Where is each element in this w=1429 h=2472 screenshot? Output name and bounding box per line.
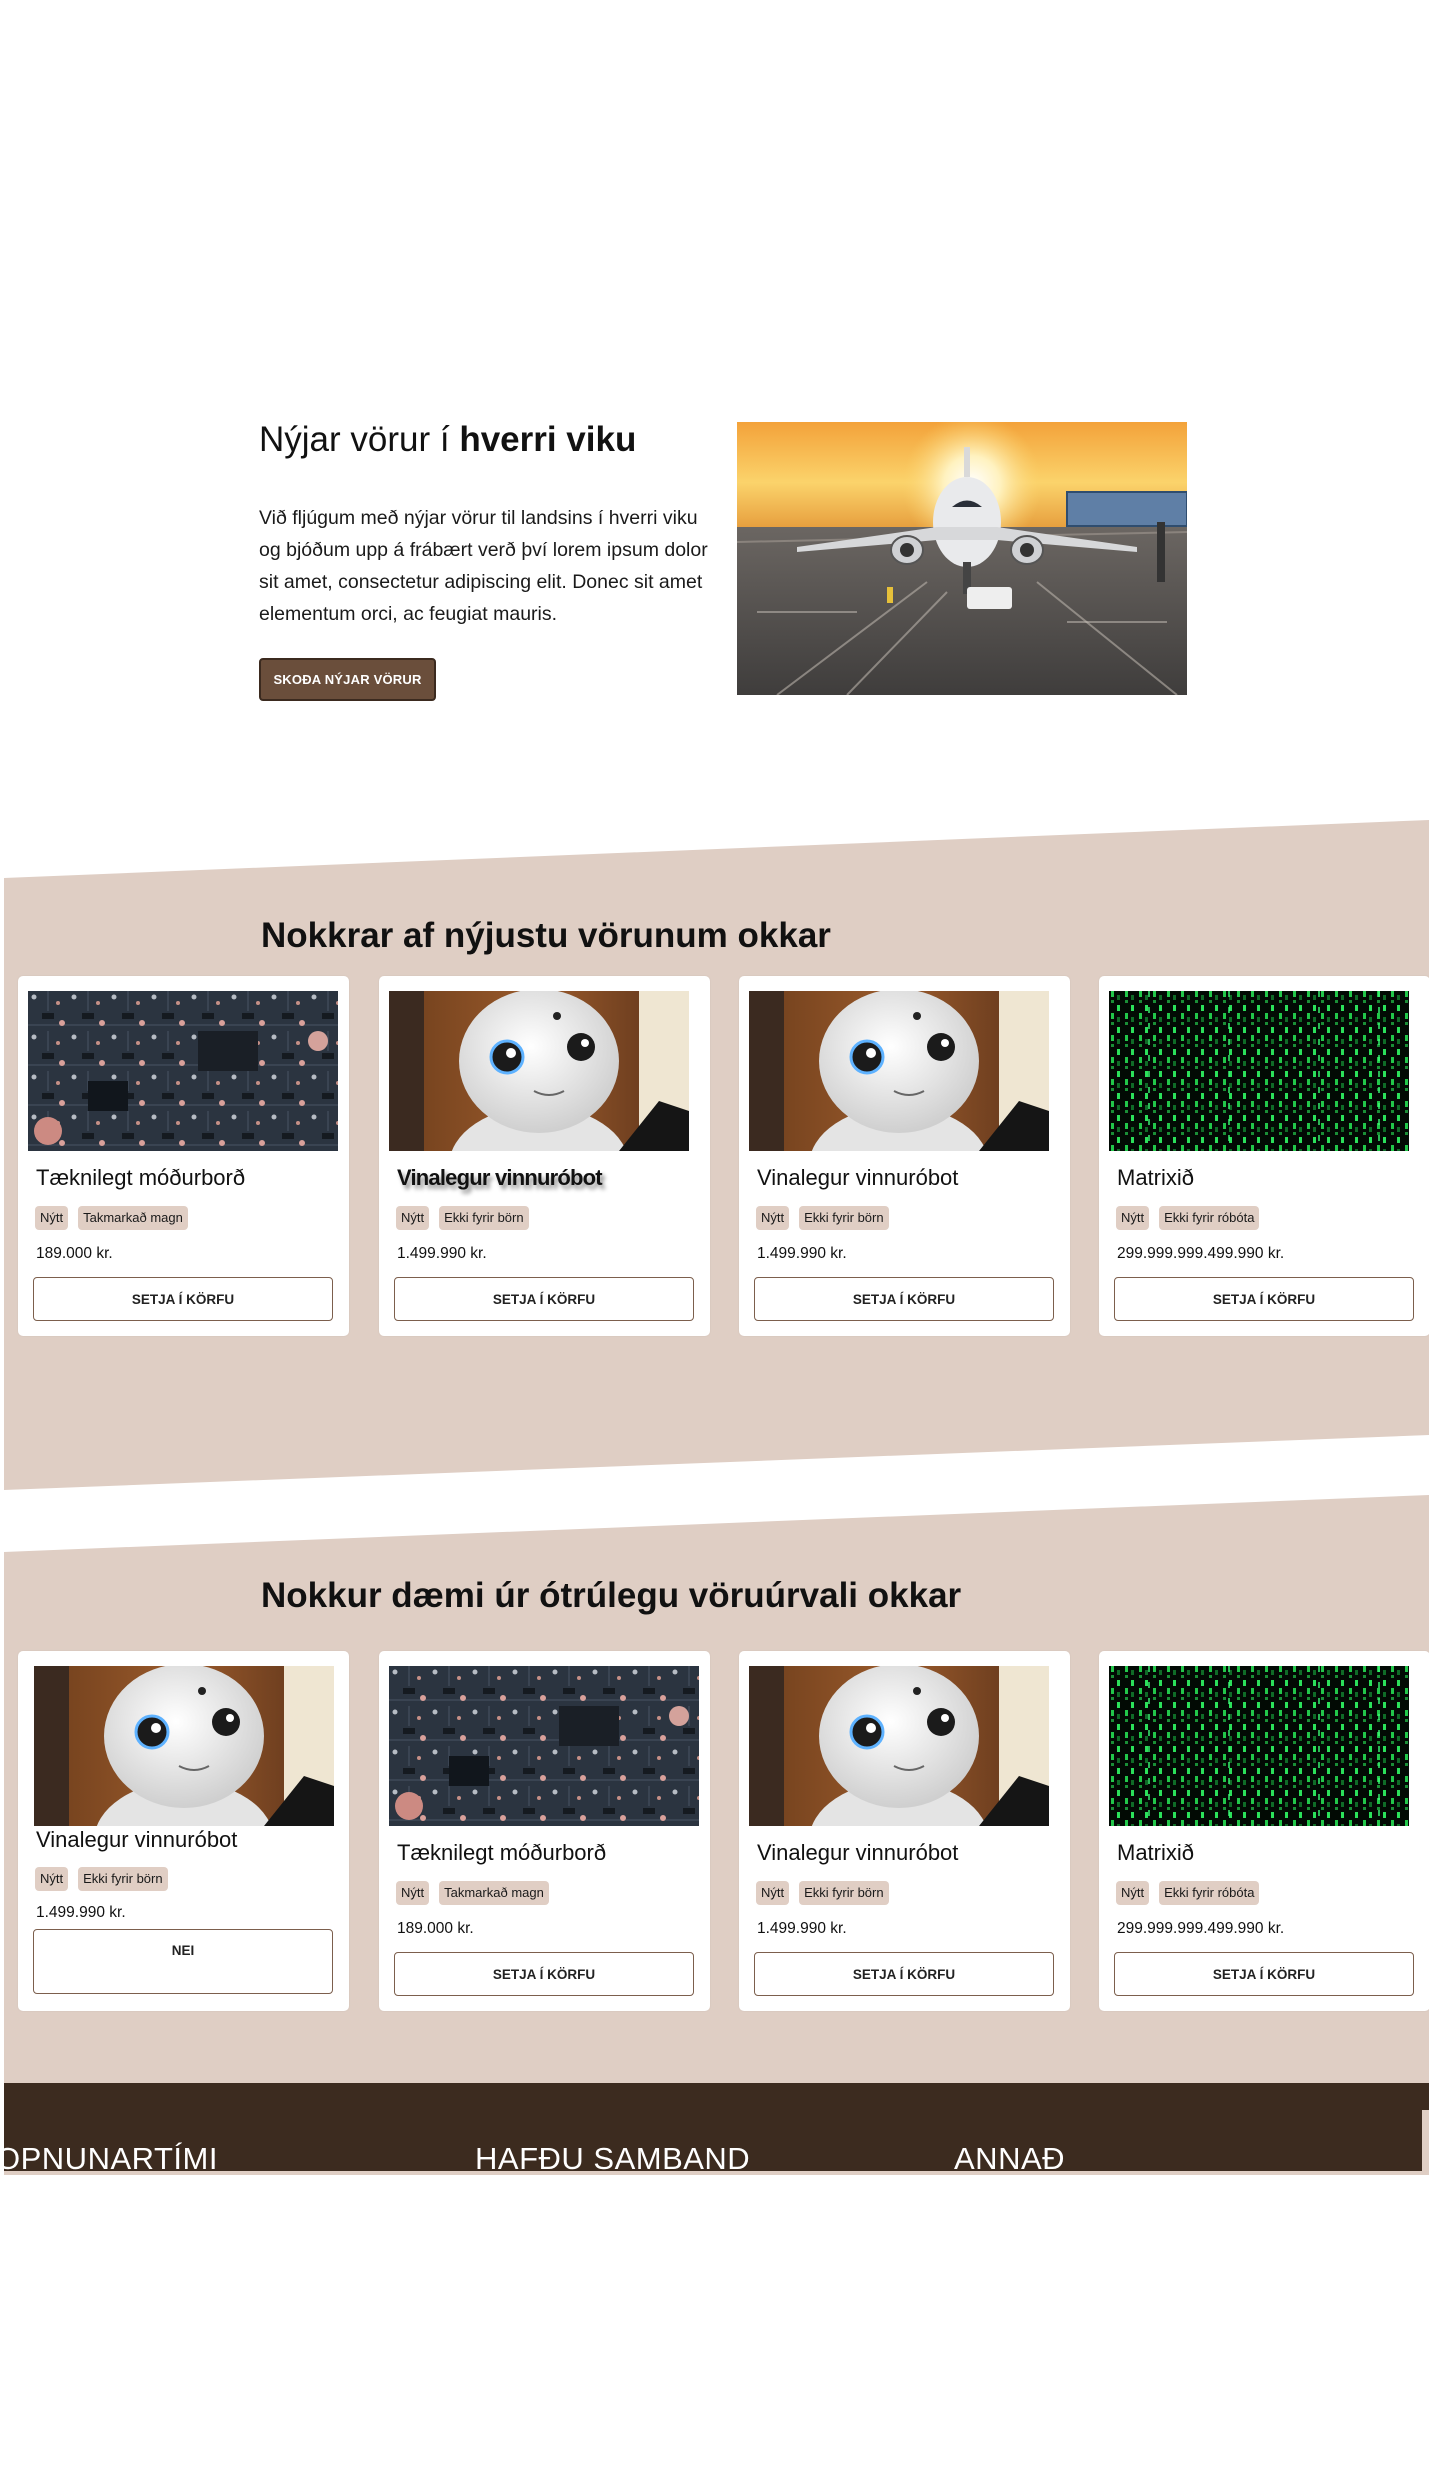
tag-badge: Takmarkað magn bbox=[439, 1881, 549, 1905]
tag-badge: Ekki fyrir börn bbox=[78, 1867, 168, 1891]
newest-products-title: Nokkrar af nýjustu vörunum okkar bbox=[261, 916, 831, 955]
product-card: Vinalegur vinnuróbot Nýtt Ekki fyrir bör… bbox=[739, 1651, 1070, 2011]
add-to-cart-button[interactable]: Setja í körfu bbox=[394, 1952, 694, 1996]
circuit-board-image bbox=[28, 991, 338, 1151]
tag-badge: Nýtt bbox=[396, 1206, 430, 1230]
product-tags: Nýtt Ekki fyrir börn bbox=[35, 1867, 168, 1891]
hero-text: Við fljúgum með nýjar vörur til landsins… bbox=[259, 507, 708, 625]
product-card: Matrixið Nýtt Ekki fyrir róbóta 299.999.… bbox=[1099, 976, 1429, 1336]
footer-heading-other: Annað bbox=[954, 2141, 1066, 2171]
product-price: 299.999.999.499.990 kr. bbox=[1117, 1245, 1285, 1262]
tag-badge: Nýtt bbox=[1116, 1206, 1150, 1230]
product-name[interactable]: Tæknilegt móðurborð bbox=[397, 1840, 606, 1866]
robot-image bbox=[749, 1666, 1059, 1826]
product-name[interactable]: Tæknilegt móðurborð bbox=[36, 1165, 245, 1191]
matrix-code-image bbox=[1109, 991, 1419, 1151]
no-button[interactable]: Nei bbox=[33, 1929, 333, 1994]
view-new-products-button[interactable]: Skoða nýjar vörur bbox=[259, 658, 436, 701]
product-price: 299.999.999.499.990 kr. bbox=[1117, 1920, 1285, 1937]
product-card: Tæknilegt móðurborð Nýtt Takmarkað magn … bbox=[18, 976, 349, 1336]
product-name[interactable]: Matrixið bbox=[1117, 1165, 1194, 1191]
product-tags: Nýtt Ekki fyrir börn bbox=[756, 1881, 889, 1905]
tag-badge: Nýtt bbox=[35, 1206, 69, 1230]
add-to-cart-button[interactable]: Setja í körfu bbox=[394, 1277, 694, 1321]
add-to-cart-button[interactable]: Setja í körfu bbox=[33, 1277, 333, 1321]
hero-title: Nýjar vörur í hverri viku bbox=[259, 420, 637, 459]
product-tags: Nýtt Ekki fyrir róbóta bbox=[1116, 1881, 1260, 1905]
matrix-code-image bbox=[1109, 1666, 1419, 1826]
product-price: 1.499.990 kr. bbox=[36, 1904, 126, 1921]
product-tags: Nýtt Ekki fyrir róbóta bbox=[1116, 1206, 1260, 1230]
product-tags: Nýtt Takmarkað magn bbox=[396, 1881, 549, 1905]
tag-badge: Ekki fyrir börn bbox=[799, 1206, 889, 1230]
product-tags: Nýtt Ekki fyrir börn bbox=[756, 1206, 889, 1230]
product-card: Vinalegur vinnuróbot Nýtt Ekki fyrir bör… bbox=[18, 1651, 349, 2011]
add-to-cart-button[interactable]: Setja í körfu bbox=[754, 1952, 1054, 1996]
add-to-cart-button[interactable]: Setja í körfu bbox=[754, 1277, 1054, 1321]
tag-badge: Nýtt bbox=[756, 1206, 790, 1230]
tag-badge: Nýtt bbox=[756, 1881, 790, 1905]
add-to-cart-button[interactable]: Setja í körfu bbox=[1114, 1952, 1414, 1996]
tag-badge: Ekki fyrir róbóta bbox=[1159, 1206, 1260, 1230]
hero-airplane-image bbox=[737, 422, 1187, 695]
tag-badge: Nýtt bbox=[396, 1881, 430, 1905]
footer-edge bbox=[1421, 2083, 1429, 2110]
footer: Opnunartími Hafðu samband Annað bbox=[4, 2083, 1422, 2171]
tag-badge: Nýtt bbox=[35, 1867, 69, 1891]
product-card: Tæknilegt móðurborð Nýtt Takmarkað magn … bbox=[379, 1651, 710, 2011]
product-price: 189.000 kr. bbox=[36, 1245, 113, 1262]
product-name[interactable]: Vinalegur vinnuróbot bbox=[36, 1827, 237, 1853]
product-name[interactable]: Matrixið bbox=[1117, 1840, 1194, 1866]
footer-heading-opening-hours: Opnunartími bbox=[4, 2141, 218, 2171]
tag-badge: Ekki fyrir börn bbox=[799, 1881, 889, 1905]
product-name[interactable]: Vinalegur vinnuróbot bbox=[757, 1840, 958, 1866]
product-tags: Nýtt Ekki fyrir börn bbox=[396, 1206, 529, 1230]
robot-image bbox=[34, 1666, 334, 1826]
circuit-board-image bbox=[389, 1666, 699, 1826]
product-selection-title: Nokkur dæmi úr ótrúlegu vöruúrvali okkar bbox=[261, 1576, 962, 1615]
tag-badge: Ekki fyrir börn bbox=[439, 1206, 529, 1230]
robot-image bbox=[749, 991, 1059, 1151]
product-price: 1.499.990 kr. bbox=[757, 1920, 847, 1937]
product-name[interactable]: Vinalegur vinnuróbot bbox=[397, 1165, 603, 1191]
product-card: Vinalegur vinnuróbot Nýtt Ekki fyrir bör… bbox=[379, 976, 710, 1336]
add-to-cart-button[interactable]: Setja í körfu bbox=[1114, 1277, 1414, 1321]
product-tags: Nýtt Takmarkað magn bbox=[35, 1206, 188, 1230]
tag-badge: Takmarkað magn bbox=[78, 1206, 188, 1230]
product-price: 189.000 kr. bbox=[397, 1920, 474, 1937]
robot-image bbox=[389, 991, 699, 1151]
product-card: Vinalegur vinnuróbot Nýtt Ekki fyrir bör… bbox=[739, 976, 1070, 1336]
tag-badge: Nýtt bbox=[1116, 1881, 1150, 1905]
product-price: 1.499.990 kr. bbox=[397, 1245, 487, 1262]
footer-heading-contact: Hafðu samband bbox=[475, 2141, 751, 2171]
product-card: Matrixið Nýtt Ekki fyrir róbóta 299.999.… bbox=[1099, 1651, 1429, 2011]
tag-badge: Ekki fyrir róbóta bbox=[1159, 1881, 1260, 1905]
product-price: 1.499.990 kr. bbox=[757, 1245, 847, 1262]
product-name[interactable]: Vinalegur vinnuróbot bbox=[757, 1165, 958, 1191]
